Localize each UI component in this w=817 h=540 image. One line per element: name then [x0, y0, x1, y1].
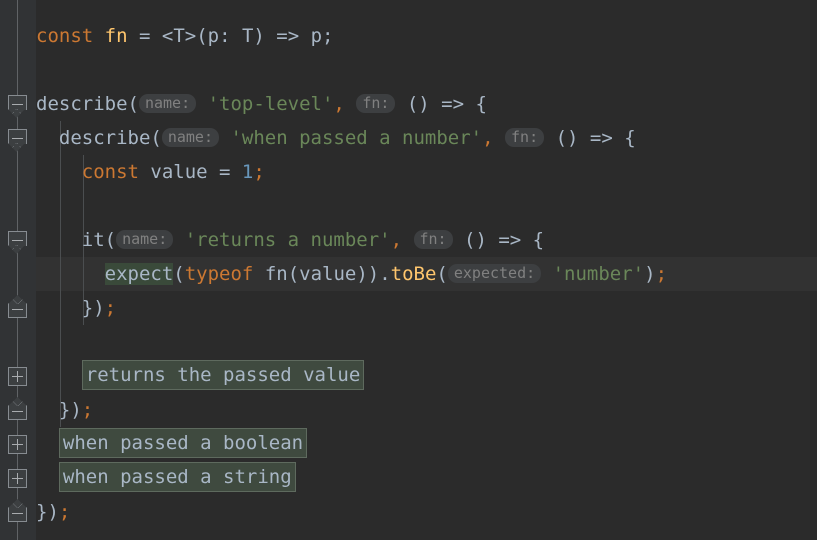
code-line[interactable]: it(name: 'returns a number', fn: () => { — [36, 223, 544, 257]
fold-collapse-icon[interactable] — [8, 303, 27, 318]
inlay-parameter-hint: expected: — [447, 264, 542, 283]
code-token: , — [482, 127, 494, 149]
code-editor[interactable]: const fn = <T>(p: T) => p; describe(name:… — [0, 0, 817, 540]
fold-plus-vertical — [17, 473, 18, 484]
code-line[interactable]: }); — [36, 291, 116, 325]
fold-minus-horizontal — [12, 309, 23, 310]
fold-collapse-icon[interactable] — [8, 95, 27, 110]
code-token: fn — [104, 25, 128, 47]
folded-region-placeholder[interactable]: returns the passed value — [81, 360, 365, 390]
code-token: it( — [36, 229, 117, 251]
code-token: 'top-level' — [207, 93, 334, 115]
inlay-parameter-hint: name: — [161, 128, 219, 147]
fold-plus-vertical — [17, 371, 18, 382]
code-token: const — [81, 161, 139, 183]
inlay-parameter-hint: name: — [138, 94, 197, 113]
code-token: 'returns a number' — [184, 229, 391, 251]
code-line[interactable]: }); — [36, 495, 70, 529]
code-token: ( — [173, 263, 185, 285]
code-token: describe( — [36, 93, 139, 115]
code-token: 'number' — [552, 263, 645, 285]
code-token: describe( — [36, 127, 162, 149]
fold-collapse-icon[interactable] — [8, 129, 27, 144]
code-token: typeof — [184, 263, 254, 285]
code-line[interactable]: const fn = <T>(p: T) => p; — [36, 19, 333, 53]
code-line[interactable]: expect(typeof fn(value)).toBe(expected: … — [36, 257, 667, 291]
inlay-parameter-hint: name: — [116, 230, 174, 249]
inlay-parameter-hint: fn: — [505, 128, 545, 147]
fold-expand-icon[interactable] — [8, 435, 27, 454]
folded-region-placeholder[interactable]: when passed a string — [58, 462, 296, 492]
code-token: }) — [36, 399, 82, 421]
code-token: () => { — [452, 229, 545, 251]
code-line[interactable]: when passed a string — [36, 461, 296, 495]
code-token: = — [127, 25, 162, 47]
fold-minus-horizontal — [12, 411, 23, 412]
folded-region-placeholder[interactable]: when passed a boolean — [58, 428, 308, 458]
code-token: fn(value)). — [253, 263, 391, 285]
fold-minus-horizontal — [12, 104, 23, 105]
code-token: ( — [436, 263, 448, 285]
code-line[interactable]: when passed a boolean — [36, 427, 308, 461]
code-line[interactable]: const value = 1; — [36, 155, 265, 189]
code-token: 1 — [241, 161, 254, 183]
code-token: }) — [36, 501, 59, 523]
identifier-usage-highlight: expect — [104, 263, 174, 285]
code-token: , — [333, 93, 345, 115]
code-token: , — [390, 229, 403, 251]
code-token: }) — [36, 297, 105, 319]
code-token: () => { — [544, 127, 636, 149]
fold-expand-icon[interactable] — [8, 469, 27, 488]
fold-rail — [17, 0, 18, 540]
code-token: ) — [644, 263, 656, 285]
code-line[interactable]: describe(name: 'when passed a number', f… — [36, 121, 636, 155]
fold-plus-vertical — [17, 439, 18, 450]
code-line[interactable]: }); — [36, 393, 93, 427]
fold-expand-icon[interactable] — [8, 367, 27, 386]
code-token: ; — [104, 297, 117, 319]
code-token: ; — [655, 263, 668, 285]
code-token: ; — [58, 501, 71, 523]
inlay-parameter-hint: fn: — [356, 94, 396, 113]
fold-collapse-icon[interactable] — [8, 231, 27, 246]
fold-gutter[interactable] — [0, 0, 36, 540]
code-token: ; — [253, 161, 265, 183]
code-line[interactable]: describe(name: 'top-level', fn: () => { — [36, 87, 487, 121]
code-token: () => { — [395, 93, 487, 115]
fold-minus-horizontal — [12, 138, 23, 139]
fold-minus-horizontal — [12, 513, 23, 514]
code-token: const — [36, 25, 94, 47]
code-token: toBe — [390, 263, 437, 285]
inlay-parameter-hint: fn: — [413, 230, 453, 249]
code-token: value = — [138, 161, 242, 183]
code-line[interactable]: returns the passed value — [36, 359, 365, 393]
fold-collapse-icon[interactable] — [8, 405, 27, 420]
code-token: <T>(p: T) => p; — [161, 25, 334, 47]
code-content[interactable]: const fn = <T>(p: T) => p; describe(name:… — [0, 0, 817, 540]
code-token: 'when passed a number' — [230, 127, 483, 149]
code-token: ; — [81, 399, 94, 421]
fold-minus-horizontal — [12, 240, 23, 241]
fold-collapse-icon[interactable] — [8, 507, 27, 522]
